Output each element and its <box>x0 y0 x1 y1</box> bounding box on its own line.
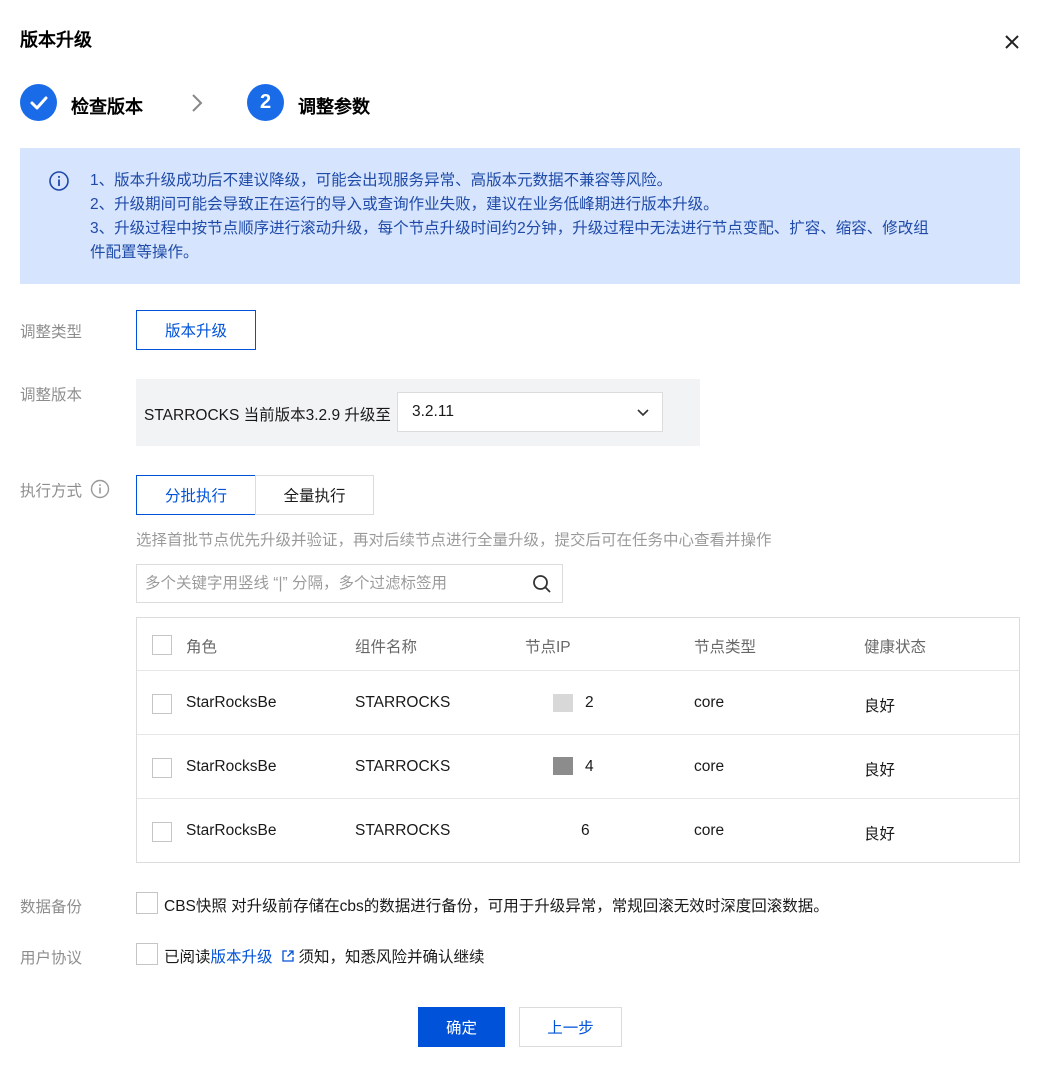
backup-text: CBS快照 对升级前存储在cbs的数据进行备份，可用于升级异常，常规回滚无效时深… <box>164 898 829 915</box>
col-type: 节点类型 <box>694 639 757 656</box>
agreement-checkbox[interactable] <box>136 943 158 965</box>
search-icon[interactable] <box>532 574 552 594</box>
exec-batch-button[interactable]: 分批执行 <box>136 475 256 515</box>
cell-ip: 6 <box>581 822 590 839</box>
exec-full-button[interactable]: 全量执行 <box>255 475 374 515</box>
info-circle-icon <box>48 170 70 192</box>
alert-line: 1、版本升级成功后不建议降级，可能会出现服务异常、高版本元数据不兼容等风险。 <box>90 172 673 189</box>
table-row[interactable]: StarRocksBe STARROCKS 6 core 良好 <box>137 799 1019 863</box>
cell-role: StarRocksBe <box>186 822 277 839</box>
info-icon[interactable] <box>90 479 110 499</box>
cell-ip: 2 <box>585 694 594 711</box>
table-row[interactable]: StarRocksBe STARROCKS 2 core 良好 <box>137 671 1019 735</box>
cell-type: core <box>694 758 725 775</box>
step-number: 2 <box>247 84 284 121</box>
notice-alert: 1、版本升级成功后不建议降级，可能会出现服务异常、高版本元数据不兼容等风险。 2… <box>20 148 1020 284</box>
dialog-title: 版本升级 <box>20 30 92 50</box>
cell-type: core <box>694 822 725 839</box>
cell-role: StarRocksBe <box>186 758 277 775</box>
chevron-down-icon <box>636 405 650 419</box>
agreement-prefix: 已阅读 <box>164 949 211 966</box>
row-checkbox[interactable] <box>152 822 172 842</box>
steps: 检查版本 2 调整参数 <box>20 84 620 124</box>
cell-health: 良好 <box>864 826 896 843</box>
backup-label: 数据备份 <box>20 899 83 916</box>
cell-ip: 4 <box>585 758 594 775</box>
step-adjust-params: 调整参数 <box>298 97 370 117</box>
col-component: 组件名称 <box>355 639 418 656</box>
external-link-icon[interactable] <box>281 949 295 963</box>
ip-redaction <box>553 694 573 712</box>
row-checkbox[interactable] <box>152 758 172 778</box>
cell-health: 良好 <box>864 762 896 779</box>
ip-redaction <box>553 757 573 775</box>
close-icon[interactable] <box>998 28 1026 56</box>
version-box: STARROCKS 当前版本3.2.9 升级至 3.2.11 <box>136 379 700 446</box>
check-icon <box>20 84 57 121</box>
search-input[interactable] <box>145 573 515 595</box>
chevron-right-icon <box>188 92 208 114</box>
exec-mode-hint: 选择首批节点优先升级并验证，再对后续节点进行全量升级，提交后可在任务中心查看并操… <box>136 532 772 549</box>
agreement-label: 用户协议 <box>20 950 83 967</box>
adjust-type-label: 调整类型 <box>20 324 83 341</box>
table-header: 角色 组件名称 节点IP 节点类型 健康状态 <box>137 618 1019 671</box>
upgrade-notice-link[interactable]: 版本升级 <box>211 949 273 966</box>
agreement-suffix: 须知，知悉风险并确认继续 <box>298 949 485 966</box>
cell-health: 良好 <box>864 698 896 715</box>
version-text: STARROCKS 当前版本3.2.9 升级至 <box>144 407 391 424</box>
table-row[interactable]: StarRocksBe STARROCKS 4 core 良好 <box>137 735 1019 799</box>
cell-type: core <box>694 694 725 711</box>
col-health: 健康状态 <box>864 639 927 656</box>
col-ip: 节点IP <box>525 639 571 656</box>
prev-step-button[interactable]: 上一步 <box>519 1007 622 1047</box>
version-select[interactable]: 3.2.11 <box>397 392 663 432</box>
exec-mode-label: 执行方式 <box>20 483 83 500</box>
cell-component: STARROCKS <box>355 758 451 775</box>
version-select-value: 3.2.11 <box>412 403 454 420</box>
confirm-button[interactable]: 确定 <box>418 1007 505 1047</box>
alert-line: 2、升级期间可能会导致正在运行的导入或查询作业失败，建议在业务低峰期进行版本升级… <box>90 196 719 213</box>
alert-line: 件配置等操作。 <box>90 244 199 261</box>
cell-component: STARROCKS <box>355 694 451 711</box>
cell-role: StarRocksBe <box>186 694 277 711</box>
select-all-checkbox[interactable] <box>152 635 172 655</box>
alert-line: 3、升级过程中按节点顺序进行滚动升级，每个节点升级时间约2分钟，升级过程中无法进… <box>90 220 929 237</box>
agreement-text: 已阅读版本升级 须知，知悉风险并确认继续 <box>164 945 485 967</box>
cell-component: STARROCKS <box>355 822 451 839</box>
adjust-type-button[interactable]: 版本升级 <box>136 310 256 350</box>
search-box <box>136 564 563 603</box>
backup-checkbox[interactable] <box>136 892 158 914</box>
col-role: 角色 <box>186 639 218 656</box>
adjust-version-label: 调整版本 <box>20 387 83 404</box>
row-checkbox[interactable] <box>152 694 172 714</box>
step-check-version: 检查版本 <box>71 97 143 117</box>
node-table: 角色 组件名称 节点IP 节点类型 健康状态 StarRocksBe STARR… <box>136 617 1020 863</box>
